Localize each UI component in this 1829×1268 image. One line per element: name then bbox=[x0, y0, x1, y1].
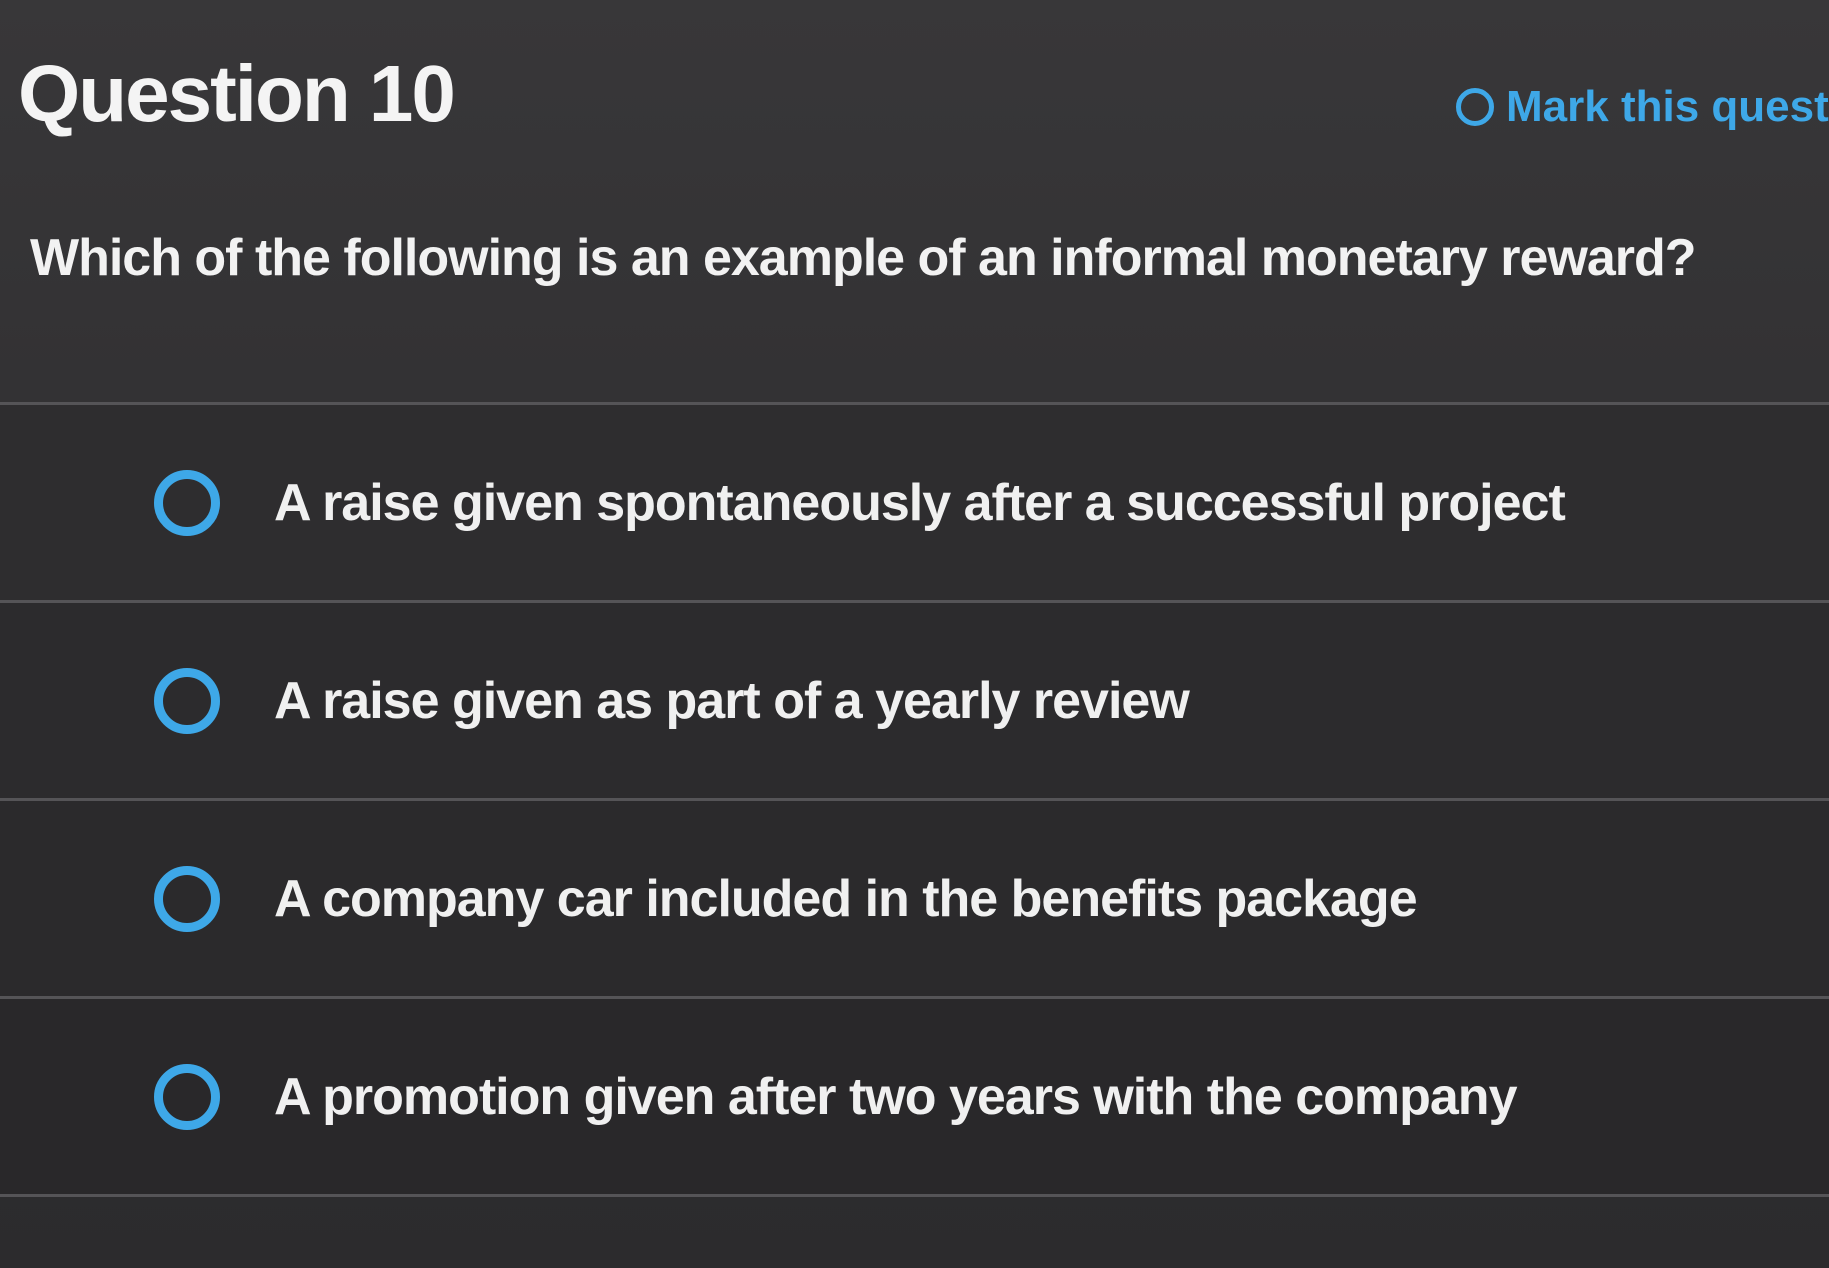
answer-option-d[interactable]: A promotion given after two years with t… bbox=[0, 996, 1829, 1194]
mark-question-label[interactable]: Mark this quest bbox=[1506, 82, 1829, 132]
quiz-page: Question 10 Mark this quest Which of the… bbox=[0, 0, 1829, 1268]
answer-option-label[interactable]: A promotion given after two years with t… bbox=[274, 1067, 1517, 1127]
radio-circle-icon[interactable] bbox=[154, 469, 220, 536]
radio-circle-icon[interactable] bbox=[154, 1063, 220, 1130]
answer-option-label[interactable]: A company car included in the benefits p… bbox=[274, 869, 1418, 929]
answer-option-c[interactable]: A company car included in the benefits p… bbox=[0, 798, 1829, 996]
question-number-title: Question 10 bbox=[18, 49, 456, 138]
question-header: Question 10 Mark this quest bbox=[0, 0, 1829, 200]
mark-question-toggle[interactable]: Mark this quest bbox=[1456, 82, 1829, 132]
answer-option-label[interactable]: A raise given as part of a yearly review bbox=[274, 671, 1190, 731]
radio-circle-icon[interactable] bbox=[1456, 88, 1494, 126]
radio-circle-icon[interactable] bbox=[154, 865, 220, 932]
answer-option-b[interactable]: A raise given as part of a yearly review bbox=[0, 600, 1829, 798]
radio-circle-icon[interactable] bbox=[154, 667, 220, 734]
answer-option-label[interactable]: A raise given spontaneously after a succ… bbox=[274, 473, 1566, 533]
answer-options: A raise given spontaneously after a succ… bbox=[0, 402, 1829, 1194]
divider bbox=[0, 1194, 1829, 1197]
answer-option-a[interactable]: A raise given spontaneously after a succ… bbox=[0, 402, 1829, 600]
question-prompt: Which of the following is an example of … bbox=[30, 229, 1697, 287]
